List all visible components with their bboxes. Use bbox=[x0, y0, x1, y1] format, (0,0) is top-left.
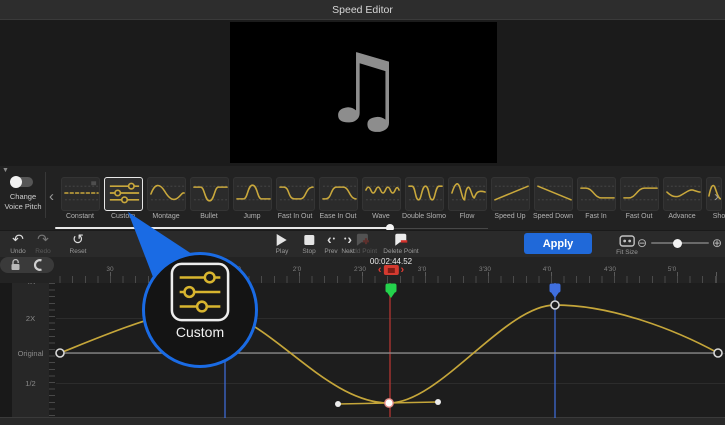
preset-item-jump[interactable]: Jump bbox=[233, 177, 272, 211]
preset-label: Sho bbox=[688, 213, 725, 220]
preset-item-fast-in[interactable]: Fast In bbox=[577, 177, 616, 211]
preset-row: ▼ ChangeVoice Pitch ‹ ConstantCustomMont… bbox=[0, 166, 725, 230]
preset-item-fast-in-out[interactable]: Fast In Out bbox=[276, 177, 315, 211]
preset-thumbnail[interactable] bbox=[61, 177, 100, 211]
curve-point[interactable] bbox=[551, 301, 559, 309]
toolbar: ↶ Undo ↷ Redo ↺ Reset Play Stop ‹• Prev … bbox=[0, 230, 725, 258]
wave-curve-icon bbox=[363, 178, 401, 208]
voice-pitch-toggle[interactable] bbox=[12, 177, 33, 187]
speed-down-curve-icon bbox=[535, 178, 573, 208]
add-point-button[interactable]: Add Point bbox=[349, 233, 377, 255]
preset-thumbnail[interactable] bbox=[620, 177, 659, 211]
presets-scroll-right-icon[interactable]: › bbox=[714, 189, 719, 204]
delete-point-button[interactable]: Delete Point bbox=[383, 233, 418, 255]
fit-size-button[interactable]: Fit Size bbox=[616, 235, 638, 256]
preset-item-fast-out[interactable]: Fast Out bbox=[620, 177, 659, 211]
prev-icon: ‹• bbox=[327, 233, 335, 246]
curve-point[interactable] bbox=[714, 349, 722, 357]
music-note-icon: ♫ bbox=[230, 22, 497, 163]
preset-thumbnail[interactable] bbox=[276, 177, 315, 211]
curve-handle[interactable] bbox=[335, 401, 341, 407]
fast-in-out-curve-icon bbox=[277, 178, 315, 208]
reset-icon: ↺ bbox=[72, 233, 84, 246]
custom-preset-zoom-icon bbox=[169, 261, 231, 323]
redo-button[interactable]: ↷ Redo bbox=[35, 233, 51, 255]
preset-scrollbar-track[interactable] bbox=[55, 227, 390, 229]
preset-thumbnail[interactable] bbox=[577, 177, 616, 211]
fit-size-icon bbox=[619, 235, 635, 247]
bullet-curve-icon bbox=[191, 178, 229, 208]
preset-item-flow[interactable]: Flow bbox=[448, 177, 487, 211]
zoom-out-icon[interactable]: ⊖ bbox=[637, 236, 647, 250]
curve-point[interactable] bbox=[56, 349, 64, 357]
preset-item-wave[interactable]: Wave bbox=[362, 177, 401, 211]
redo-icon: ↷ bbox=[37, 233, 49, 246]
preset-thumbnail[interactable] bbox=[534, 177, 573, 211]
presets-scroll-left-icon[interactable]: ‹ bbox=[49, 189, 54, 204]
custom-curve-icon bbox=[105, 178, 143, 208]
preset-item-speed-down[interactable]: Speed Down bbox=[534, 177, 573, 211]
preset-scrollbar-rest bbox=[390, 228, 488, 229]
speed-editor-window: Speed Editor ♫ ▼ ChangeVoice Pitch ‹ Con… bbox=[0, 0, 725, 425]
undo-button[interactable]: ↶ Undo bbox=[10, 233, 26, 255]
video-preview: ♫ bbox=[230, 22, 497, 163]
apply-button[interactable]: Apply bbox=[524, 233, 592, 254]
preset-thumbnail[interactable] bbox=[405, 177, 444, 211]
divider bbox=[45, 172, 46, 218]
ease-in-out-curve-icon bbox=[320, 178, 358, 208]
title-bar: Speed Editor bbox=[0, 0, 725, 20]
preset-item-advance[interactable]: Advance bbox=[663, 177, 702, 211]
collapse-panel-icon[interactable]: ▼ bbox=[2, 167, 9, 174]
blue-marker-pin[interactable] bbox=[550, 284, 561, 299]
jump-curve-icon bbox=[234, 178, 272, 208]
curve-handle[interactable] bbox=[435, 399, 441, 405]
preset-item-speed-up[interactable]: Speed Up bbox=[491, 177, 530, 211]
montage-curve-icon bbox=[148, 178, 186, 208]
preset-thumbnail[interactable] bbox=[491, 177, 530, 211]
add-point-icon bbox=[356, 233, 370, 246]
zoom-in-icon[interactable]: ⊕ bbox=[712, 236, 722, 250]
speed-up-curve-icon bbox=[492, 178, 530, 208]
toggle-knob bbox=[10, 176, 22, 188]
constant-curve-icon bbox=[62, 178, 100, 208]
curve-point-selected[interactable] bbox=[385, 399, 393, 407]
double-slomo-curve-icon bbox=[406, 178, 444, 208]
preset-item-constant[interactable]: Constant bbox=[61, 177, 100, 211]
advance-curve-icon bbox=[664, 178, 702, 208]
flow-curve-icon bbox=[449, 178, 487, 208]
green-playhead-pin[interactable] bbox=[386, 284, 397, 299]
prev-point-button[interactable]: ‹• Prev bbox=[324, 233, 337, 255]
fast-in-curve-icon bbox=[578, 178, 616, 208]
preview-area: ♫ bbox=[0, 20, 725, 166]
stop-button[interactable]: Stop bbox=[302, 233, 315, 255]
undo-icon: ↶ bbox=[12, 233, 24, 246]
fast-out-curve-icon bbox=[621, 178, 659, 208]
preset-thumbnail[interactable] bbox=[233, 177, 272, 211]
delete-point-icon bbox=[394, 233, 408, 246]
preset-thumbnail[interactable] bbox=[319, 177, 358, 211]
play-icon bbox=[277, 234, 287, 246]
stop-icon bbox=[304, 235, 314, 245]
preset-item-double-slomo[interactable]: Double Slomo bbox=[405, 177, 444, 211]
preset-thumbnail[interactable] bbox=[663, 177, 702, 211]
zoom-slider-knob[interactable] bbox=[673, 239, 682, 248]
speed-curve-overlay bbox=[0, 257, 725, 425]
reset-button[interactable]: ↺ Reset bbox=[70, 233, 87, 255]
preset-thumbnail[interactable] bbox=[362, 177, 401, 211]
preset-thumbnail[interactable] bbox=[448, 177, 487, 211]
preset-item-ease-in-out[interactable]: Ease In Out bbox=[319, 177, 358, 211]
window-title: Speed Editor bbox=[332, 4, 393, 16]
voice-pitch-label: ChangeVoice Pitch bbox=[0, 192, 46, 212]
callout-label: Custom bbox=[142, 324, 258, 340]
play-button[interactable]: Play bbox=[276, 233, 289, 255]
